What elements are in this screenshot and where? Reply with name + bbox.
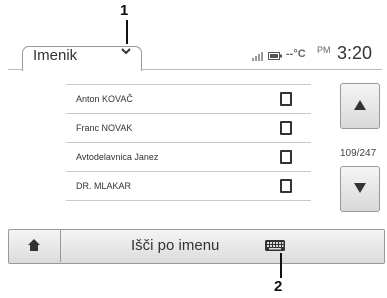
arrow-down-icon	[354, 183, 366, 193]
phone-icon[interactable]	[280, 121, 292, 135]
home-icon	[28, 239, 40, 251]
contact-name: Franc NOVAK	[76, 123, 133, 133]
list-item[interactable]: Anton KOVAČ	[66, 84, 311, 114]
phone-icon[interactable]	[280, 92, 292, 106]
scroll-down-button[interactable]	[340, 166, 380, 212]
phone-icon[interactable]	[280, 179, 292, 193]
signal-icon	[252, 52, 263, 61]
am-pm: PM	[317, 45, 331, 55]
page-title: Imenik	[33, 47, 78, 64]
page-counter: 109/247	[340, 148, 377, 159]
chevron-down-icon[interactable]	[121, 46, 131, 56]
contact-name: DR. MLAKAR	[76, 181, 132, 191]
scroll-up-button[interactable]	[340, 83, 380, 129]
list-item[interactable]: DR. MLAKAR	[66, 171, 311, 201]
callout-2-number: 2	[274, 278, 283, 295]
home-button[interactable]	[8, 229, 61, 262]
battery-icon	[268, 52, 282, 60]
clock: 3:20	[337, 43, 373, 63]
temperature: --°C	[286, 48, 306, 60]
callout-2-line	[280, 253, 282, 278]
callout-1-line	[126, 20, 128, 44]
phone-icon[interactable]	[280, 150, 292, 164]
contact-name: Avtodelavnica Janez	[76, 152, 159, 162]
list-item[interactable]: Avtodelavnica Janez	[66, 142, 311, 172]
contact-name: Anton KOVAČ	[76, 94, 133, 104]
arrow-up-icon	[354, 100, 366, 110]
search-by-name-button[interactable]: Išči po imenu	[131, 237, 219, 254]
list-item[interactable]: Franc NOVAK	[66, 113, 311, 143]
keyboard-icon[interactable]	[263, 236, 287, 254]
callout-1-number: 1	[120, 2, 129, 19]
list-bottom-divider	[66, 200, 311, 201]
